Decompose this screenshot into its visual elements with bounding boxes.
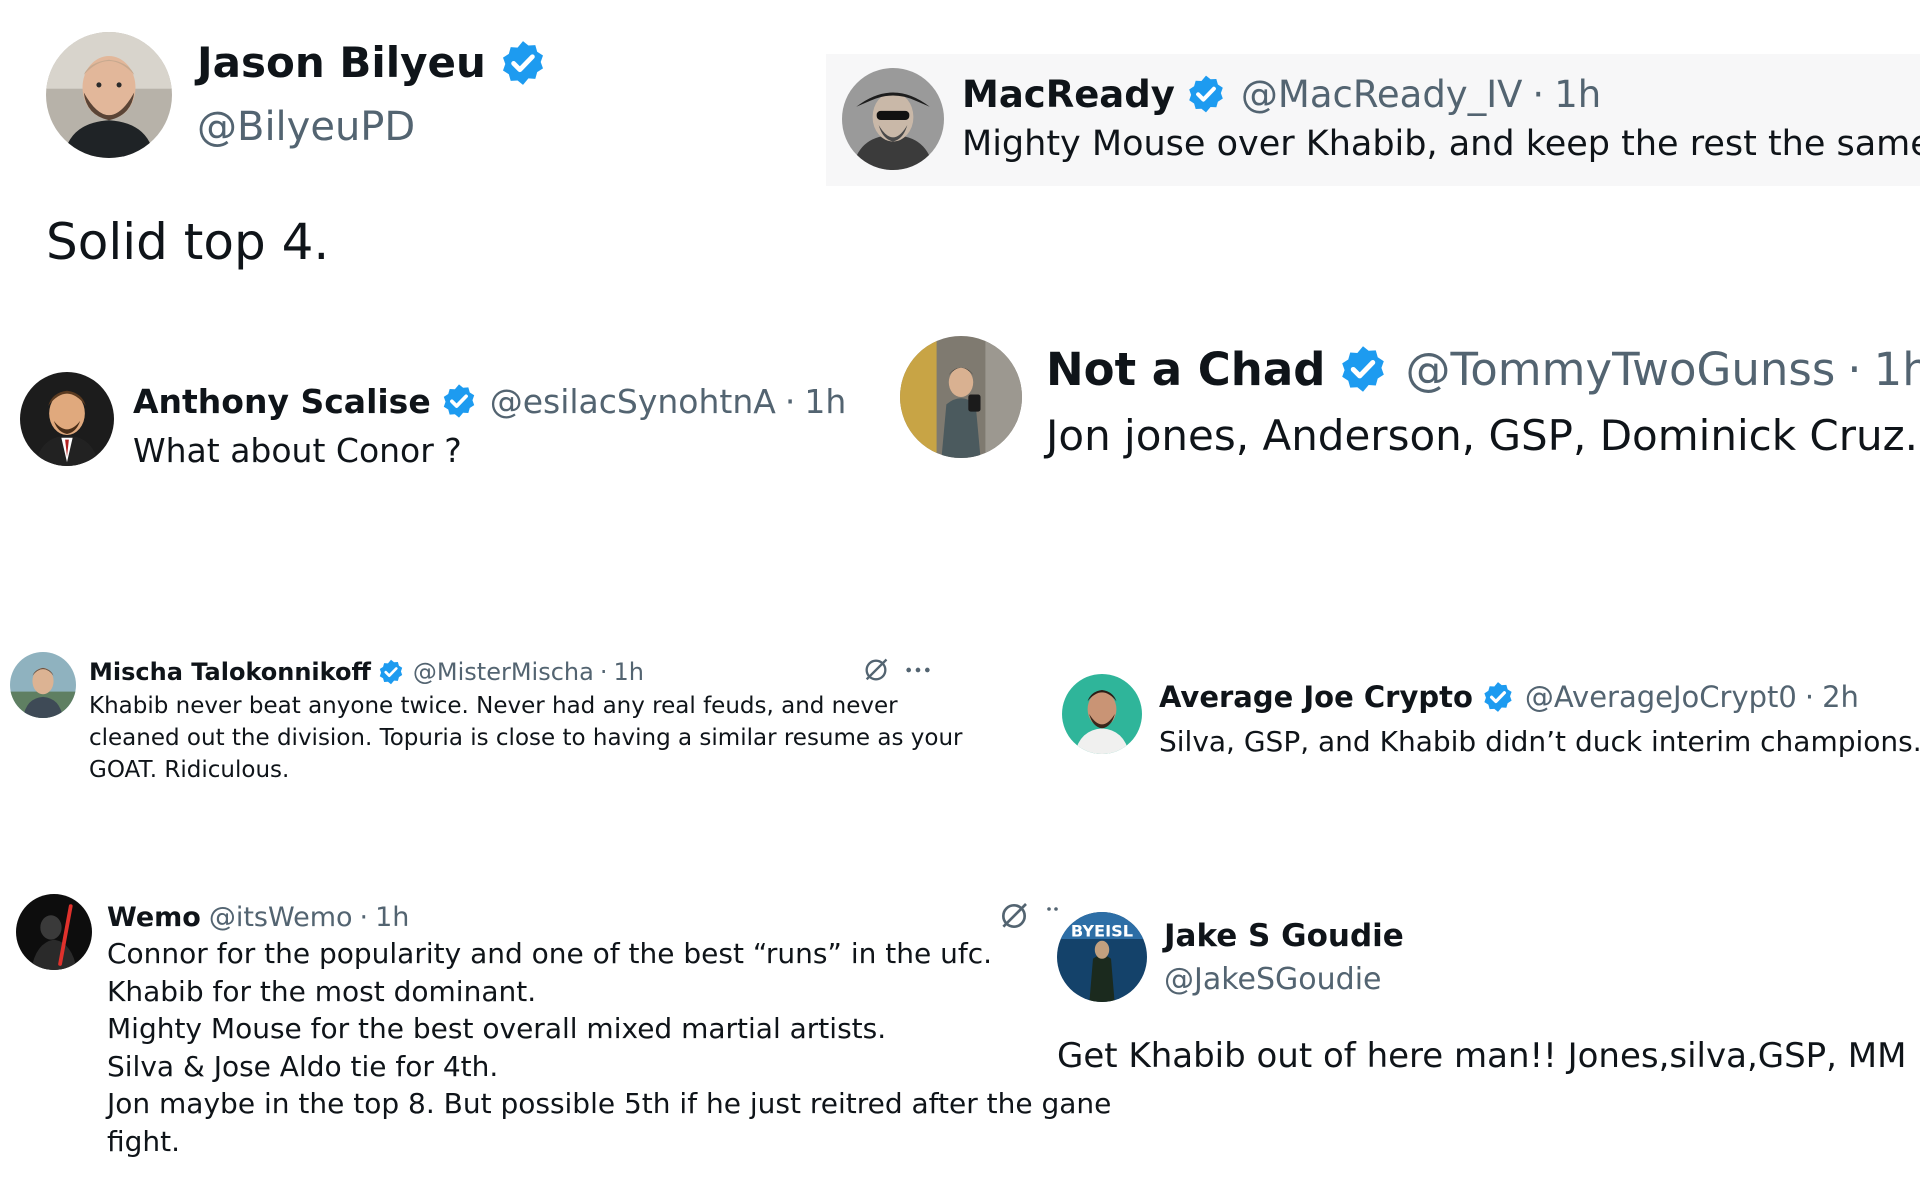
tweet-header: Jake S Goudie (1164, 918, 1404, 954)
grok-icon[interactable] (998, 900, 1030, 932)
tweet-text: Connor for the popularity and one of the… (107, 935, 1111, 1160)
tweet-text-line: Khabib never beat anyone twice. Never ha… (89, 693, 898, 719)
tweet-text-line: What about Conor ? (133, 431, 462, 470)
avatar[interactable] (16, 894, 92, 970)
avatar[interactable] (20, 372, 114, 466)
author-handle[interactable]: @itsWemo (209, 904, 353, 931)
tweet-jake-s-goudie[interactable]: BYEISL Jake S Goudie @JakeSGoudie Get Kh… (1040, 900, 1920, 1100)
tweet-jason-bilyeu[interactable]: Jason Bilyeu @BilyeuPD Solid top 4. (0, 0, 820, 300)
author-handle[interactable]: @MisterMischa (413, 660, 594, 684)
tweet-text: Silva, GSP, and Khabib didn’t duck inter… (1159, 724, 1920, 760)
avatar-poster-text: BYEISL (1071, 921, 1133, 940)
author-handle[interactable]: @AverageJoCrypt0 (1525, 682, 1797, 712)
verified-badge-icon (377, 658, 405, 686)
tweet-text-line: Jon maybe in the top 8. But possible 5th… (107, 1087, 1112, 1120)
avatar[interactable] (10, 652, 76, 718)
tweet-header: Average Joe Crypto @AverageJoCrypt0 · 2h (1159, 680, 1859, 714)
tweet-text-line: GOAT. Ridiculous. (89, 757, 290, 783)
author-name[interactable]: Anthony Scalise (133, 385, 431, 418)
tweet-header: Jason Bilyeu (197, 41, 548, 85)
tweet-text-line: Mighty Mouse over Khabib, and keep the r… (962, 124, 1920, 164)
verified-badge-icon (440, 382, 478, 420)
avatar[interactable]: BYEISL (1057, 912, 1147, 1002)
verified-badge-icon (498, 38, 548, 88)
separator-dot: · (784, 381, 796, 421)
tweet-text-line: Mighty Mouse for the best overall mixed … (107, 1012, 887, 1045)
separator-dot: · (1804, 679, 1815, 714)
tweet-text-line: Solid top 4. (46, 213, 330, 271)
tweet-header: MacReady @MacReady_IV · 1h (962, 74, 1601, 114)
avatar[interactable] (900, 336, 1022, 458)
tweet-header: Not a Chad @TommyTwoGunss · 1h (1046, 344, 1920, 394)
separator-dot: · (1847, 342, 1862, 396)
tweet-header: Anthony Scalise @esilacSynohtnA · 1h (133, 382, 846, 420)
tweet-handle-row: @JakeSGoudie (1164, 962, 1382, 998)
tweet-not-a-chad[interactable]: Not a Chad @TommyTwoGunss · 1h Jon jones… (880, 320, 1920, 500)
separator-dot: · (599, 658, 608, 686)
tweet-text-line: Silva & Jose Aldo tie for 4th. (107, 1049, 499, 1083)
grok-icon[interactable] (862, 656, 890, 684)
timestamp[interactable]: 1h (1554, 76, 1601, 113)
timestamp[interactable]: 1h (804, 385, 846, 418)
author-name[interactable]: Average Joe Crypto (1159, 682, 1473, 712)
author-name[interactable]: Mischa Talokonnikoff (89, 660, 371, 684)
tweet-text: Khabib never beat anyone twice. Never ha… (89, 690, 962, 786)
avatar[interactable] (1062, 674, 1142, 754)
timestamp[interactable]: 2h (1822, 682, 1859, 712)
avatar[interactable] (46, 32, 172, 158)
tweet-text: What about Conor ? (133, 430, 462, 472)
tweet-wemo[interactable]: Wemo @itsWemo · 1h Connor for the popula… (0, 880, 1111, 1180)
more-icon[interactable] (904, 660, 932, 680)
tweet-handle-row: @BilyeuPD (197, 106, 415, 148)
timestamp[interactable]: 1h (1874, 347, 1920, 392)
timestamp[interactable]: 1h (613, 660, 643, 684)
tweet-header: Mischa Talokonnikoff @MisterMischa · 1h (89, 658, 644, 686)
avatar[interactable] (842, 68, 944, 170)
tweet-text-line: fight. (107, 1124, 181, 1158)
author-handle[interactable]: @esilacSynohtnA (490, 385, 776, 418)
tweet-text-line: Khabib for the most dominant. (107, 974, 537, 1008)
separator-dot: · (1532, 72, 1545, 116)
author-handle[interactable]: @BilyeuPD (197, 107, 415, 147)
author-handle[interactable]: @TommyTwoGunss (1405, 347, 1835, 392)
tweet-text: Get Khabib out of here man!! Jones,silva… (1057, 1034, 1906, 1078)
author-name[interactable]: Wemo (107, 904, 201, 931)
tweet-anthony-scalise[interactable]: Anthony Scalise @esilacSynohtnA · 1h Wha… (0, 350, 880, 500)
tweet-text: Jon jones, Anderson, GSP, Dominick Cruz. (1046, 410, 1918, 462)
tweet-text-line: Connor for the popularity and one of the… (107, 937, 993, 970)
author-name[interactable]: MacReady (962, 76, 1175, 113)
tweet-mischa-talokonnikoff[interactable]: Mischa Talokonnikoff @MisterMischa · 1h … (0, 640, 980, 800)
tweet-text-line: Get Khabib out of here man!! Jones,silva… (1057, 1036, 1907, 1076)
tweet-text: Mighty Mouse over Khabib, and keep the r… (962, 122, 1920, 166)
author-name[interactable]: Jake S Goudie (1164, 920, 1404, 952)
tweet-text-line: Silva, GSP, and Khabib didn’t duck inter… (1159, 725, 1920, 758)
author-handle[interactable]: @JakeSGoudie (1164, 965, 1382, 995)
tweet-collage: Jason Bilyeu @BilyeuPD Solid top 4. MacR… (0, 0, 1920, 1200)
tweet-text-line: Jon jones, Anderson, GSP, Dominick Cruz. (1046, 411, 1918, 460)
tweet-text: Solid top 4. (46, 212, 329, 272)
timestamp[interactable]: 1h (375, 904, 409, 931)
verified-badge-icon (1481, 680, 1515, 714)
separator-dot: · (359, 901, 369, 933)
tweet-macready[interactable]: MacReady @MacReady_IV · 1h Mighty Mouse … (826, 54, 1920, 186)
tweet-text-line: cleaned out the division. Topuria is clo… (89, 725, 963, 751)
tweet-average-joe-crypto[interactable]: Average Joe Crypto @AverageJoCrypt0 · 2h… (1040, 660, 1920, 780)
author-name[interactable]: Not a Chad (1046, 347, 1325, 392)
verified-badge-icon (1185, 73, 1227, 115)
author-handle[interactable]: @MacReady_IV (1241, 76, 1523, 113)
verified-badge-icon (1337, 343, 1389, 395)
tweet-header: Wemo @itsWemo · 1h (107, 902, 409, 932)
author-name[interactable]: Jason Bilyeu (197, 42, 486, 84)
